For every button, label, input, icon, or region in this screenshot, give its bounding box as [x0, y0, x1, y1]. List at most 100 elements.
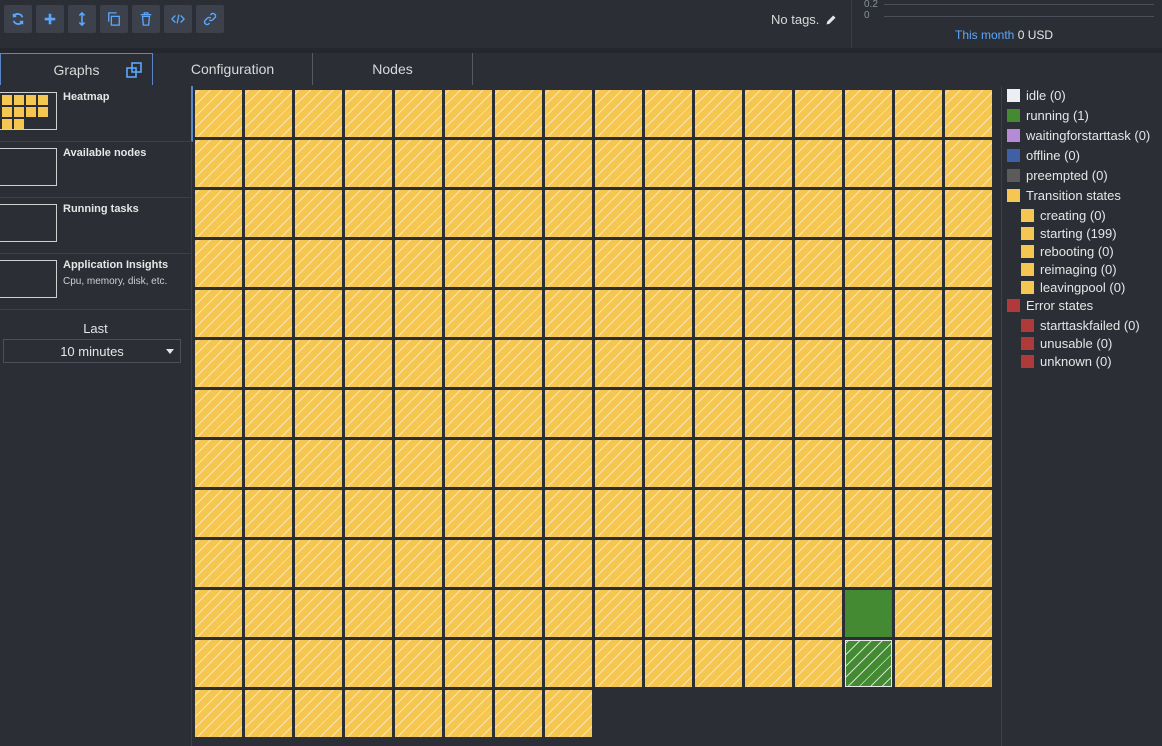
legend-item[interactable]: creating (0) — [1021, 208, 1106, 223]
node-cell-starting[interactable] — [945, 540, 992, 587]
node-cell-starting[interactable] — [945, 340, 992, 387]
node-cell-starting[interactable] — [195, 690, 242, 737]
node-cell-starting[interactable] — [895, 240, 942, 287]
node-cell-starting[interactable] — [345, 690, 392, 737]
node-cell-starting[interactable] — [895, 590, 942, 637]
node-cell-starting[interactable] — [245, 240, 292, 287]
node-cell-starting[interactable] — [945, 640, 992, 687]
node-cell-starting[interactable] — [595, 590, 642, 637]
node-cell-starting[interactable] — [245, 90, 292, 137]
node-cell-starting[interactable] — [395, 340, 442, 387]
node-cell-starting[interactable] — [195, 90, 242, 137]
node-cell-starting[interactable] — [745, 440, 792, 487]
node-cell-starting[interactable] — [245, 190, 292, 237]
node-cell-starting[interactable] — [645, 390, 692, 437]
node-cell-starting[interactable] — [345, 140, 392, 187]
node-cell-starting[interactable] — [195, 290, 242, 337]
node-cell-starting[interactable] — [445, 190, 492, 237]
node-cell-starting[interactable] — [795, 190, 842, 237]
node-cell-starting[interactable] — [445, 640, 492, 687]
node-cell-starting[interactable] — [195, 240, 242, 287]
resize-button[interactable] — [68, 5, 96, 33]
node-cell-starting[interactable] — [595, 90, 642, 137]
node-cell-starting[interactable] — [595, 640, 642, 687]
node-cell-starting[interactable] — [245, 290, 292, 337]
node-cell-starting[interactable] — [445, 440, 492, 487]
graph-item-heatmap[interactable]: Heatmap — [0, 86, 193, 142]
node-cell-starting[interactable] — [195, 590, 242, 637]
node-cell-starting[interactable] — [795, 340, 842, 387]
node-cell-starting[interactable] — [795, 640, 842, 687]
node-cell-starting[interactable] — [245, 490, 292, 537]
node-cell-starting[interactable] — [945, 390, 992, 437]
tab-configuration[interactable]: Configuration — [153, 53, 313, 85]
node-cell-starting[interactable] — [695, 190, 742, 237]
node-cell-starting[interactable] — [195, 540, 242, 587]
node-cell-starting[interactable] — [645, 490, 692, 537]
node-cell-starting[interactable] — [445, 690, 492, 737]
node-cell-starting[interactable] — [895, 390, 942, 437]
node-cell-starting[interactable] — [245, 590, 292, 637]
node-cell-starting[interactable] — [395, 140, 442, 187]
node-cell-starting[interactable] — [645, 590, 692, 637]
node-cell-starting[interactable] — [745, 590, 792, 637]
legend-item[interactable]: unusable (0) — [1021, 336, 1112, 351]
node-cell-starting[interactable] — [495, 340, 542, 387]
node-cell-starting[interactable] — [295, 240, 342, 287]
node-cell-starting[interactable] — [545, 590, 592, 637]
legend-item[interactable]: rebooting (0) — [1021, 244, 1114, 259]
node-cell-starting[interactable] — [945, 440, 992, 487]
node-cell-starting[interactable] — [745, 490, 792, 537]
node-cell-starting[interactable] — [445, 540, 492, 587]
node-cell-starting[interactable] — [795, 440, 842, 487]
link-button[interactable] — [196, 5, 224, 33]
node-cell-starting[interactable] — [745, 290, 792, 337]
node-cell-starting[interactable] — [495, 590, 542, 637]
node-cell-starting[interactable] — [895, 290, 942, 337]
node-cell-starting[interactable] — [345, 590, 392, 637]
node-cell-starting[interactable] — [895, 440, 942, 487]
node-cell-starting[interactable] — [895, 640, 942, 687]
node-cell-starting[interactable] — [695, 640, 742, 687]
graph-item-application-insights[interactable]: Application Insights Cpu, memory, disk, … — [0, 254, 191, 310]
node-cell-starting[interactable] — [745, 190, 792, 237]
node-cell-starting[interactable] — [845, 240, 892, 287]
node-cell-starting[interactable] — [395, 390, 442, 437]
node-cell-starting[interactable] — [945, 240, 992, 287]
time-range-select[interactable]: 10 minutes — [3, 339, 181, 363]
node-cell-starting[interactable] — [395, 540, 442, 587]
node-cell-starting[interactable] — [595, 440, 642, 487]
node-cell-starting[interactable] — [845, 90, 892, 137]
node-cell-starting[interactable] — [195, 490, 242, 537]
graph-item-running-tasks[interactable]: Running tasks — [0, 198, 191, 254]
node-cell-starting[interactable] — [345, 190, 392, 237]
node-cell-starting[interactable] — [645, 340, 692, 387]
legend-item[interactable]: Transition states — [1007, 188, 1121, 203]
node-cell-starting[interactable] — [645, 440, 692, 487]
node-cell-starting[interactable] — [395, 290, 442, 337]
node-cell-starting[interactable] — [845, 340, 892, 387]
node-cell-starting[interactable] — [545, 290, 592, 337]
node-cell-starting[interactable] — [695, 90, 742, 137]
code-button[interactable] — [164, 5, 192, 33]
node-cell-starting[interactable] — [195, 140, 242, 187]
node-cell-starting[interactable] — [645, 90, 692, 137]
legend-item[interactable]: starttaskfailed (0) — [1021, 318, 1140, 333]
node-cell-starting[interactable] — [395, 90, 442, 137]
node-cell-starting[interactable] — [695, 490, 742, 537]
node-cell-starting[interactable] — [745, 540, 792, 587]
node-cell-starting[interactable] — [295, 290, 342, 337]
node-cell-starting[interactable] — [595, 290, 642, 337]
node-cell-starting[interactable] — [945, 490, 992, 537]
tab-graphs[interactable]: Graphs — [0, 53, 153, 85]
node-cell-starting[interactable] — [695, 590, 742, 637]
node-cell-starting[interactable] — [295, 440, 342, 487]
node-cell-starting[interactable] — [595, 540, 642, 587]
node-cell-starting[interactable] — [795, 390, 842, 437]
node-cell-starting[interactable] — [245, 640, 292, 687]
node-cell-starting[interactable] — [795, 240, 842, 287]
node-cell-starting[interactable] — [395, 240, 442, 287]
node-cell-starting[interactable] — [445, 140, 492, 187]
node-cell-starting[interactable] — [695, 340, 742, 387]
node-cell-starting[interactable] — [645, 640, 692, 687]
